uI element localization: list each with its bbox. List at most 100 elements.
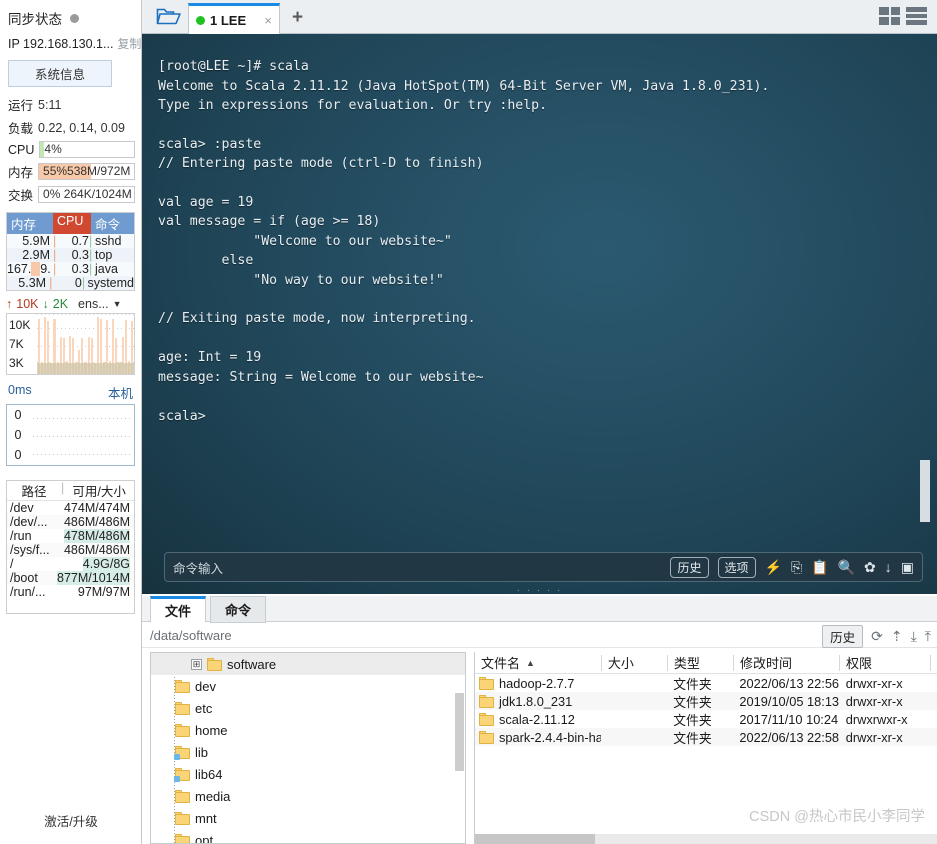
upload-icon[interactable]: ⇡ [891,628,903,645]
search-icon[interactable]: 🔍 [838,560,855,574]
path-field[interactable]: /data/software [142,624,937,648]
disk-row[interactable]: / 4.9G/8G [7,557,134,571]
tab-commands[interactable]: 命令 [210,596,267,623]
gear-icon[interactable]: ✿ [864,560,876,574]
memory-value: 55%538M/972M [43,164,131,178]
tree-item-lib[interactable]: lib [151,741,465,763]
file-row[interactable]: spark-2.4.4-bin-had... 文件夹 2022/06/13 22:5… [475,728,937,746]
file-list-horizontal-scrollbar[interactable] [475,834,937,844]
directory-tree[interactable]: ⊞ software dev etc home lib lib64 media mnt opt [150,652,466,844]
refresh-icon[interactable]: ⟳ [871,628,883,645]
monitor-sidebar: 同步状态 IP 192.168.130.1... 复制 系统信息 运行 5:11… [0,0,142,844]
disk-size: 877M/1014M [57,571,130,585]
column-header-owner[interactable]: 用户/用户组 [930,654,937,671]
session-tabbar: 1 LEE × + [142,0,937,34]
tree-item-home[interactable]: home [151,719,465,741]
terminal-scrollbar[interactable] [918,34,932,594]
tree-item-media[interactable]: media [151,785,465,807]
upload-file-icon[interactable]: ⤒ [925,628,931,645]
download-arrow-icon: ↓ [42,297,49,311]
column-header-permissions[interactable]: 权限 [838,654,930,671]
tree-item-dev[interactable]: dev [151,675,465,697]
download-file-icon[interactable]: ⤓ [911,628,917,645]
disk-row[interactable]: /dev/... 486M/486M [7,515,134,529]
process-header-command[interactable]: 命令 [91,213,134,234]
bolt-icon[interactable]: ⚡ [765,560,782,574]
process-row[interactable]: 5.3M | 0 | systemd [7,276,134,290]
terminal-options-button[interactable]: 选项 [717,556,756,578]
file-owner: 10/143 [931,694,937,709]
column-header-name[interactable]: 文件名 ▲ [475,655,601,671]
session-tab-lee[interactable]: 1 LEE × [188,3,280,34]
terminal-history-button[interactable]: 历史 [670,556,709,578]
column-header-size[interactable]: 大小 [600,654,667,671]
uptime-label: 运行 [8,99,34,113]
disk-row[interactable]: /run 478M/486M [7,529,134,543]
folder-icon [174,745,190,760]
column-header-mtime[interactable]: 修改时间 [732,654,839,671]
terminal-toolbar: 历史 选项 ⚡ ⎘ 📋 🔍 ✿ ↓ ▣ [670,556,914,578]
disk-path: /run/... [10,585,46,599]
paste-icon[interactable]: 📋 [811,560,828,574]
terminal-panel[interactable]: [root@LEE ~]# scala Welcome to Scala 2.1… [142,34,937,594]
expander-icon[interactable]: ⊞ [191,658,202,670]
terminal-scrollbar-thumb[interactable] [920,460,930,522]
ping-host-label[interactable]: 本机 [108,383,133,402]
copy-icon[interactable]: ⎘ [791,560,802,574]
memory-label: 内存 [8,166,34,180]
new-tab-button[interactable]: + [292,8,303,27]
network-download-value: 2K [52,297,69,311]
network-graph-plot [37,314,134,374]
file-row[interactable]: scala-2.11.12 文件夹 2017/11/10 10:24 drwxrwxr… [475,710,937,728]
process-command: java [95,262,118,276]
chevron-down-icon[interactable]: ▼ [113,299,122,309]
disk-row[interactable]: /boot 877M/1014M [7,571,134,585]
process-row[interactable]: 2.9M | 0.3 | top [7,248,134,262]
grid-view-icon[interactable] [879,7,900,25]
file-manager-tabs: 文件 命令 [142,596,937,623]
file-permissions: drwxr-xr-x [845,729,903,745]
tree-item-software[interactable]: ⊞ software [151,653,465,675]
process-header-memory[interactable]: 内存 [7,213,53,234]
file-history-button[interactable]: 历史 [822,624,864,648]
folder-icon [479,730,494,744]
tree-item-mnt[interactable]: mnt [151,807,465,829]
activate-upgrade-link[interactable]: 激活/升级 [0,811,142,830]
copy-ip-button[interactable]: 复制 [117,35,141,52]
folder-icon [175,701,190,715]
column-header-type[interactable]: 类型 [666,654,733,671]
disk-table: 路径 | 可用/大小 /dev 474M/474M/dev/... 486M/486… [6,480,135,614]
disk-row[interactable]: /dev 474M/474M [7,501,134,515]
list-view-icon[interactable] [906,7,927,25]
sync-status-header: 同步状态 [0,0,141,32]
file-row[interactable]: jdk1.8.0_231 文件夹 2019/10/05 18:13 drwxr-xr-… [475,692,937,710]
open-folder-icon[interactable] [156,6,182,27]
disk-header-path[interactable]: 路径 [7,481,61,500]
window-icon[interactable]: ▣ [901,560,914,574]
file-row[interactable]: hadoop-2.7.7 文件夹 2022/06/13 22:56 drwxr-xr-… [475,674,937,692]
column-header-name-label: 文件名 [481,656,521,671]
tree-item-etc[interactable]: etc [151,697,465,719]
tree-item-lib64[interactable]: lib64 [151,763,465,785]
process-row[interactable]: 5.9M | 0.7 | sshd [7,234,134,248]
download-icon[interactable]: ↓ [885,560,892,574]
app-window: 同步状态 IP 192.168.130.1... 复制 系统信息 运行 5:11… [0,0,937,844]
disk-row[interactable]: /run/... 97M/97M [7,585,134,599]
tree-scrollbar-thumb[interactable] [455,693,464,771]
folder-icon [175,789,190,803]
process-row[interactable]: 167. 9. | 0.3 | java [7,262,134,276]
network-interface-select[interactable]: ens... [78,297,109,311]
panel-resize-grip[interactable]: · · · · · [517,585,563,594]
disk-header-size[interactable]: 可用/大小 [64,481,134,500]
process-header-cpu[interactable]: CPU [53,213,91,234]
close-icon[interactable]: × [264,13,272,28]
system-info-button[interactable]: 系统信息 [8,60,112,87]
command-input-bar[interactable]: 命令输入 历史 选项 ⚡ ⎘ 📋 🔍 ✿ ↓ ▣ [164,552,923,582]
folder-icon [479,676,494,690]
file-list-scrollbar-thumb[interactable] [475,834,595,844]
tab-files[interactable]: 文件 [150,596,207,623]
command-input[interactable]: 命令输入 [173,558,223,577]
tree-item-opt[interactable]: opt [151,829,465,843]
folder-icon [479,694,494,708]
disk-row[interactable]: /sys/f... 486M/486M [7,543,134,557]
